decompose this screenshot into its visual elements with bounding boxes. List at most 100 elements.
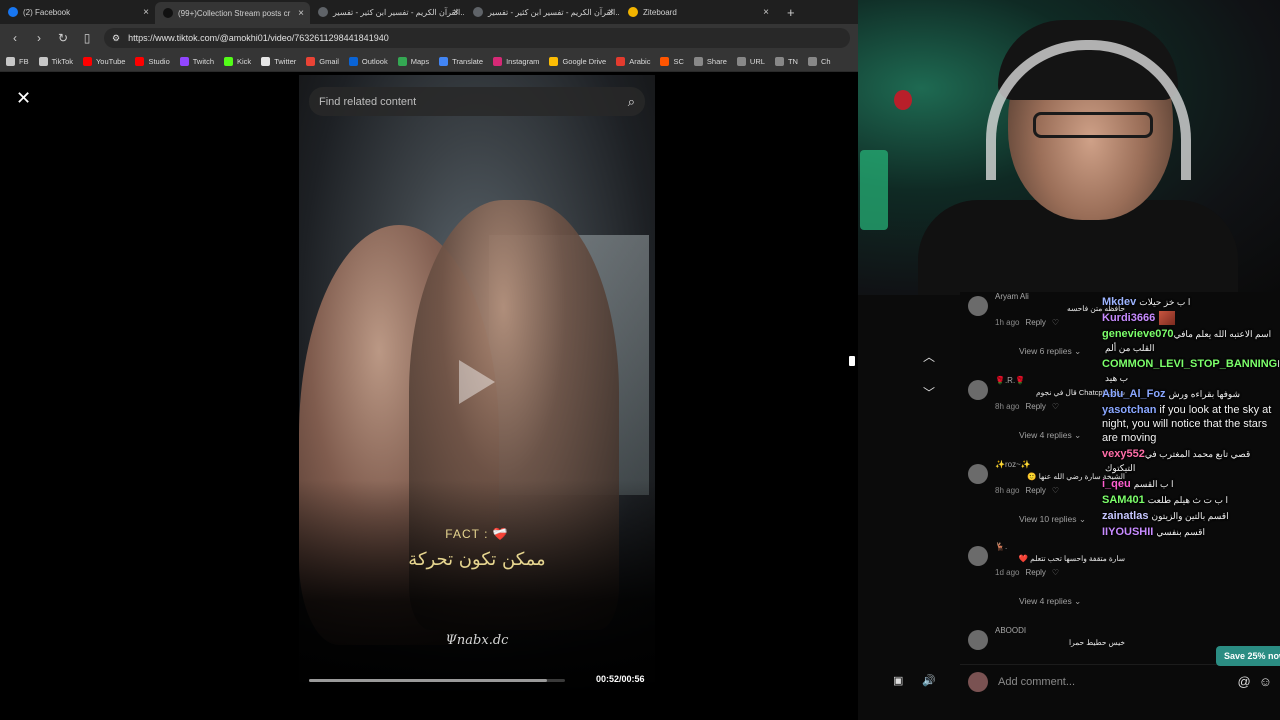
like-icon[interactable]: ♡	[1052, 402, 1059, 411]
comment-avatar[interactable]	[968, 464, 988, 484]
bookmark-item[interactable]: Kick	[224, 57, 251, 66]
chat-username[interactable]: Mkdev	[1102, 296, 1136, 308]
browser-tab[interactable]: القرآن الكريم - تفسير ابن كثير - تفسير..…	[465, 0, 620, 24]
bookmark-icon	[736, 57, 746, 66]
bookmark-label: Instagram	[506, 57, 540, 66]
tab-close-icon[interactable]: ×	[143, 7, 149, 18]
chat-username[interactable]: IIYOUSHII	[1102, 526, 1153, 538]
url-field[interactable]: ⚙ https://www.tiktok.com/@amokhi01/video…	[104, 28, 850, 48]
view-replies-button[interactable]: View 4 replies ⌄	[1019, 430, 1081, 441]
bookmark-label: Twitch	[192, 57, 215, 66]
like-icon[interactable]: ♡	[1052, 568, 1059, 577]
bookmark-label: Share	[706, 57, 727, 66]
chat-username[interactable]: Abu_Al_Foz	[1102, 388, 1166, 400]
view-replies-button[interactable]: View 4 replies ⌄	[1019, 596, 1081, 607]
comment-avatar[interactable]	[968, 546, 988, 566]
chat-emote-icon	[1159, 311, 1176, 326]
browser-tab[interactable]: (2) Facebook ×	[0, 0, 155, 24]
promo-badge[interactable]: Save 25% now	[1216, 646, 1280, 666]
mention-icon[interactable]: @	[1238, 674, 1251, 689]
bookmark-item[interactable]: Outlook	[348, 57, 388, 66]
chat-message: yasotchan if you look at the sky at night…	[1098, 402, 1280, 446]
volume-icon[interactable]: 🔊	[922, 674, 936, 687]
bookmark-item[interactable]: SC	[660, 57, 684, 66]
search-placeholder: Find related content	[319, 95, 417, 108]
play-icon[interactable]	[459, 360, 495, 404]
comment-avatar[interactable]	[968, 380, 988, 400]
bookmark-icon	[306, 57, 316, 66]
bookmark-item[interactable]: Share	[693, 57, 727, 66]
chat-username[interactable]: SAM401	[1102, 494, 1145, 506]
tab-close-icon[interactable]: ×	[608, 7, 614, 18]
browser-tab[interactable]: (99+)Collection Stream posts cr ×	[155, 2, 310, 24]
like-icon[interactable]: ♡	[1052, 318, 1059, 327]
chat-username[interactable]: yasotchan	[1102, 404, 1156, 416]
tab-close-icon[interactable]: ×	[763, 7, 769, 18]
tab-close-icon[interactable]: ×	[298, 8, 304, 19]
site-info-icon[interactable]: ⚙	[112, 33, 120, 44]
bookmark-item[interactable]: Google Drive	[549, 57, 606, 66]
bookmark-item[interactable]: Instagram	[493, 57, 539, 66]
ziteboard-icon	[628, 7, 638, 17]
reply-button[interactable]: Reply	[1025, 568, 1045, 577]
chat-username[interactable]: Kurdi3666	[1102, 312, 1155, 324]
bookmark-item[interactable]: TN	[774, 57, 798, 66]
browser-tab[interactable]: القرآن الكريم - تفسير ابن كثير - تفسير..…	[310, 0, 465, 24]
close-icon[interactable]: ✕	[16, 88, 31, 109]
reload-icon[interactable]: ↻	[56, 31, 70, 45]
bookmark-label: Kick	[237, 57, 252, 66]
bookmark-icon[interactable]: ▯	[80, 31, 94, 45]
reply-button[interactable]: Reply	[1025, 402, 1045, 411]
chat-message: Kurdi3666	[1098, 310, 1280, 326]
chat-username[interactable]: genevieve070	[1102, 328, 1174, 340]
video-progress-fill	[309, 679, 548, 682]
webcam-feed	[858, 0, 1280, 295]
bookmark-item[interactable]: Arabic	[616, 57, 650, 66]
chat-message: IIYOUSHII اقسم بنفسي	[1098, 524, 1280, 540]
comment-time: 8h ago	[995, 486, 1020, 495]
bookmark-item[interactable]: URL	[736, 57, 765, 66]
bookmark-label: FB	[19, 57, 29, 66]
bookmark-item[interactable]: TikTok	[38, 57, 73, 66]
chat-username[interactable]: zainatlas	[1102, 510, 1148, 522]
bookmark-item[interactable]: Translate	[439, 57, 483, 66]
bookmark-icon	[660, 57, 670, 66]
comment-avatar[interactable]	[968, 630, 988, 650]
video-fade	[299, 480, 655, 700]
back-icon[interactable]: ‹	[8, 31, 22, 45]
chat-username[interactable]: COMMON_LEVI_STOP_BANNING	[1102, 358, 1277, 370]
bookmark-item[interactable]: Gmail	[306, 57, 339, 66]
bookmark-icon	[261, 57, 271, 66]
bookmark-item[interactable]: Twitter	[261, 57, 296, 66]
chat-username[interactable]: i_qeu	[1102, 478, 1131, 490]
comment-author[interactable]: ABOODI	[995, 626, 1155, 635]
chat-username[interactable]: vexy552	[1102, 448, 1145, 460]
video-progress-bar[interactable]	[309, 679, 565, 682]
bookmark-item[interactable]: Twitch	[179, 57, 215, 66]
reply-button[interactable]: Reply	[1025, 486, 1045, 495]
bookmark-item[interactable]: YouTube	[82, 57, 125, 66]
bookmark-item[interactable]: Studio	[135, 57, 170, 66]
forward-icon[interactable]: ›	[32, 31, 46, 45]
view-replies-button[interactable]: View 10 replies ⌄	[1019, 514, 1086, 525]
search-icon[interactable]: ⌕	[628, 94, 635, 110]
bookmark-item[interactable]: FB	[6, 57, 29, 66]
pip-icon[interactable]: ▣	[893, 674, 903, 687]
related-search-input[interactable]: Find related content ⌕	[309, 87, 645, 116]
tab-close-icon[interactable]: ×	[453, 7, 459, 18]
tab-bar: (2) Facebook × (99+)Collection Stream post…	[0, 0, 858, 24]
video-player[interactable]: Find related content ⌕ FACT : ❤️‍🩹 ممكن …	[299, 75, 655, 700]
view-replies-button[interactable]: View 6 replies ⌄	[1019, 346, 1081, 357]
add-comment-input[interactable]: Add comment...	[998, 676, 1228, 688]
reply-button[interactable]: Reply	[1025, 318, 1045, 327]
comment-avatar[interactable]	[968, 296, 988, 316]
new-tab-icon[interactable]: +	[775, 0, 807, 24]
like-icon[interactable]: ♡	[1052, 486, 1059, 495]
live-chat-overlay: Mkdev ا ب خز حيلات Kurdi3666 genevieve070اس…	[1098, 294, 1280, 594]
previous-video-icon[interactable]: ︿	[919, 348, 939, 365]
bookmark-item[interactable]: Ch	[807, 57, 831, 66]
next-video-icon[interactable]: ﹀	[919, 384, 939, 401]
bookmark-item[interactable]: Maps	[397, 57, 429, 66]
browser-tab[interactable]: Ziteboard ×	[620, 0, 775, 24]
emoji-icon[interactable]: ☺	[1259, 674, 1272, 689]
